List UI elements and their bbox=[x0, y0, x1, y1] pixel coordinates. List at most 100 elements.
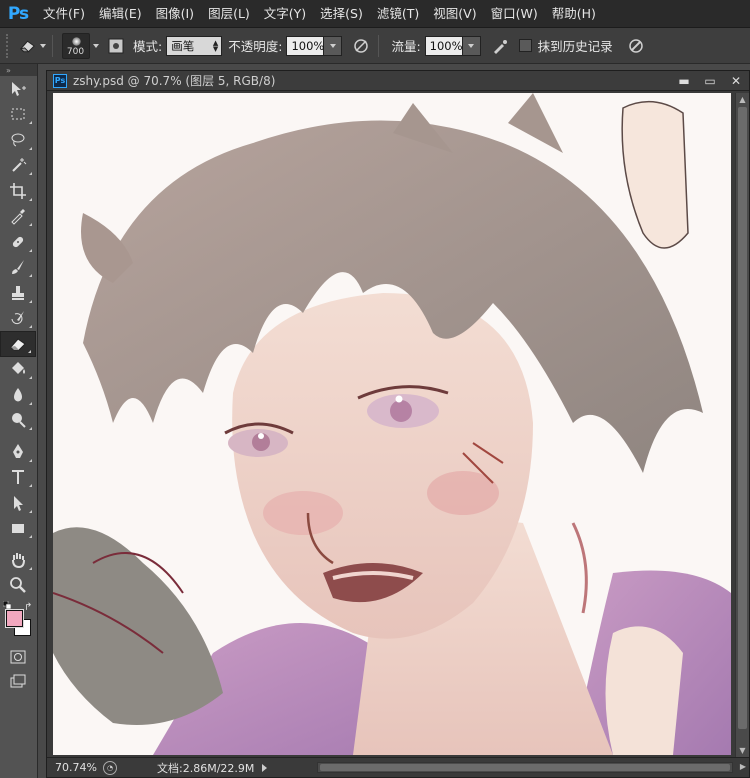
chevron-down-icon bbox=[40, 43, 46, 48]
options-bar-grip[interactable] bbox=[6, 33, 12, 58]
menu-edit[interactable]: 编辑(E) bbox=[92, 0, 149, 28]
erase-to-history-label: 抹到历史记录 bbox=[537, 39, 613, 54]
airbrush-icon bbox=[493, 39, 507, 54]
clone-stamp-tool[interactable] bbox=[0, 280, 36, 306]
status-menu-arrow-icon[interactable] bbox=[262, 763, 268, 772]
minimize-button[interactable]: ▬ bbox=[671, 72, 697, 90]
scroll-right-icon[interactable]: ▶ bbox=[740, 762, 746, 771]
rectangle-tool[interactable] bbox=[0, 516, 36, 542]
document-tab[interactable]: Ps zshy.psd @ 70.7% (图层 5, RGB/8) ▬ ▭ ✕ bbox=[47, 71, 749, 91]
marquee-tool[interactable] bbox=[0, 102, 36, 128]
photoshop-window: Ps 文件(F) 编辑(E) 图像(I) 图层(L) 文字(Y) 选择(S) 滤… bbox=[0, 0, 750, 778]
maximize-button[interactable]: ▭ bbox=[697, 72, 723, 90]
menu-filter[interactable]: 滤镜(T) bbox=[370, 0, 426, 28]
lasso-tool[interactable] bbox=[0, 127, 36, 153]
photoshop-logo: Ps bbox=[7, 3, 29, 24]
document-window: Ps zshy.psd @ 70.7% (图层 5, RGB/8) ▬ ▭ ✕ bbox=[46, 70, 750, 778]
zoom-level-field[interactable]: 70.74% bbox=[47, 761, 97, 774]
minimize-icon: ▬ bbox=[678, 73, 690, 88]
default-colors-icon[interactable] bbox=[3, 601, 11, 609]
eyedropper-icon bbox=[11, 209, 25, 225]
options-bar: 700 模式: 画笔 ▲ ▼ 不透明度: 100% 流量: 100% 抹到历史记… bbox=[0, 28, 750, 64]
crop-tool[interactable] bbox=[0, 178, 36, 204]
document-size-info: 文档:2.86M/22.9M bbox=[157, 761, 255, 775]
brush-preset-picker[interactable]: 700 bbox=[59, 32, 101, 59]
menu-bar: Ps 文件(F) 编辑(E) 图像(I) 图层(L) 文字(Y) 选择(S) 滤… bbox=[0, 0, 750, 28]
tools-panel-collapse[interactable]: » bbox=[0, 64, 37, 76]
mode-value: 画笔 bbox=[171, 38, 195, 53]
dodge-icon bbox=[12, 413, 26, 428]
tool-preset-picker[interactable] bbox=[18, 34, 46, 58]
maximize-icon: ▭ bbox=[704, 73, 716, 88]
scroll-up-icon[interactable]: ▲ bbox=[736, 93, 749, 105]
lasso-icon bbox=[11, 133, 25, 147]
path-selection-tool[interactable] bbox=[0, 490, 36, 516]
zoom-tool[interactable] bbox=[0, 573, 36, 599]
menu-layer[interactable]: 图层(L) bbox=[201, 0, 257, 28]
status-bar: 70.74% ◔ 文档:2.86M/22.9M ▶ bbox=[47, 757, 749, 777]
quick-mask-button[interactable] bbox=[0, 644, 36, 670]
scroll-down-icon[interactable]: ▼ bbox=[736, 746, 749, 755]
status-info-icon[interactable]: ◔ bbox=[103, 760, 117, 775]
screen-mode-button[interactable] bbox=[0, 670, 36, 696]
swap-colors-icon[interactable]: ↱ bbox=[24, 602, 32, 613]
artwork-illustration bbox=[53, 93, 731, 755]
horizontal-scrollbar[interactable]: ▶ bbox=[317, 762, 746, 773]
window-controls: ▬ ▭ ✕ bbox=[671, 72, 749, 90]
opacity-slider-toggle[interactable] bbox=[324, 35, 343, 56]
blur-tool[interactable] bbox=[0, 382, 36, 408]
paint-bucket-tool[interactable] bbox=[0, 357, 36, 383]
stepper-icon: ▲ ▼ bbox=[212, 38, 219, 53]
brush-panel-toggle[interactable] bbox=[105, 35, 127, 57]
document-title: zshy.psd @ 70.7% (图层 5, RGB/8) bbox=[73, 74, 276, 88]
chevron-down-icon bbox=[468, 43, 475, 48]
bandage-icon bbox=[12, 236, 24, 247]
crop-icon bbox=[10, 182, 26, 199]
menu-window[interactable]: 窗口(W) bbox=[484, 0, 545, 28]
magic-wand-tool[interactable] bbox=[0, 153, 36, 179]
history-brush-tool[interactable] bbox=[0, 306, 36, 332]
type-tool[interactable] bbox=[0, 465, 36, 491]
eraser-icon bbox=[19, 40, 35, 52]
divider bbox=[378, 34, 380, 57]
flow-input[interactable]: 100% bbox=[424, 35, 463, 56]
pen-tool[interactable] bbox=[0, 439, 36, 465]
tools-panel: » ↱ bbox=[0, 64, 38, 778]
vertical-scroll-thumb[interactable] bbox=[738, 107, 747, 729]
paint-bucket-icon bbox=[12, 362, 25, 375]
tablet-size-pressure-button[interactable] bbox=[625, 35, 647, 57]
pen-icon bbox=[13, 443, 23, 458]
menu-select[interactable]: 选择(S) bbox=[313, 0, 370, 28]
menu-help[interactable]: 帮助(H) bbox=[545, 0, 603, 28]
menu-view[interactable]: 视图(V) bbox=[426, 0, 483, 28]
magic-wand-icon bbox=[12, 158, 27, 172]
move-icon bbox=[12, 81, 26, 96]
eyedropper-tool[interactable] bbox=[0, 204, 36, 230]
menu-type[interactable]: 文字(Y) bbox=[257, 0, 313, 28]
hand-tool[interactable] bbox=[0, 547, 36, 573]
pressure-icon bbox=[354, 38, 369, 53]
path-selection-icon bbox=[14, 495, 23, 511]
mode-select[interactable]: 画笔 ▲ ▼ bbox=[166, 35, 223, 56]
menu-image[interactable]: 图像(I) bbox=[149, 0, 201, 28]
opacity-input[interactable]: 100% bbox=[286, 35, 325, 56]
eraser-tool[interactable] bbox=[0, 331, 36, 357]
brush-tool[interactable] bbox=[0, 255, 36, 281]
history-brush-icon bbox=[11, 311, 24, 325]
canvas[interactable] bbox=[53, 93, 731, 755]
brush-size: 700 bbox=[66, 46, 85, 57]
dodge-tool[interactable] bbox=[0, 408, 36, 434]
move-tool[interactable] bbox=[0, 76, 36, 102]
foreground-color-swatch[interactable] bbox=[5, 609, 24, 628]
airbrush-button[interactable] bbox=[489, 35, 511, 57]
healing-brush-tool[interactable] bbox=[0, 229, 36, 255]
horizontal-scroll-thumb[interactable] bbox=[320, 764, 730, 771]
rectangle-icon bbox=[12, 524, 24, 534]
tablet-opacity-pressure-button[interactable] bbox=[350, 35, 372, 57]
erase-to-history-checkbox[interactable] bbox=[518, 39, 532, 52]
flow-slider-toggle[interactable] bbox=[462, 35, 481, 56]
close-button[interactable]: ✕ bbox=[723, 72, 749, 90]
vertical-scrollbar[interactable]: ▲ ▼ bbox=[735, 93, 749, 757]
menu-file[interactable]: 文件(F) bbox=[36, 0, 92, 28]
eraser-icon bbox=[10, 338, 26, 351]
